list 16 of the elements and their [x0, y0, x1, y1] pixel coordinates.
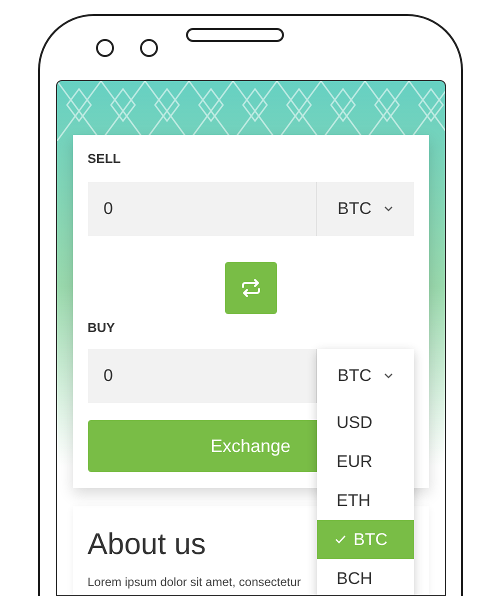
currency-option[interactable]: ETH — [316, 481, 414, 520]
amount-input[interactable]: 0 — [88, 349, 316, 403]
buy-label: BUY — [88, 318, 116, 336]
sell-label: SELL — [88, 150, 122, 168]
check-icon — [334, 535, 346, 544]
amount-input[interactable]: 0 — [88, 182, 316, 236]
swap-button[interactable] — [224, 262, 276, 314]
about-heading: About us — [88, 530, 206, 560]
camera-icon — [96, 39, 114, 57]
about-text: Lorem ipsum dolor sit amet, consectetur — [88, 576, 301, 588]
camera-icon — [140, 39, 158, 57]
caret-icon — [384, 206, 392, 212]
currency-select[interactable]: BTC — [316, 182, 414, 236]
currency-option[interactable]: BCH — [316, 559, 414, 595]
currency-select[interactable]: BTC — [338, 363, 392, 389]
swap-arrows-icon — [240, 276, 262, 298]
